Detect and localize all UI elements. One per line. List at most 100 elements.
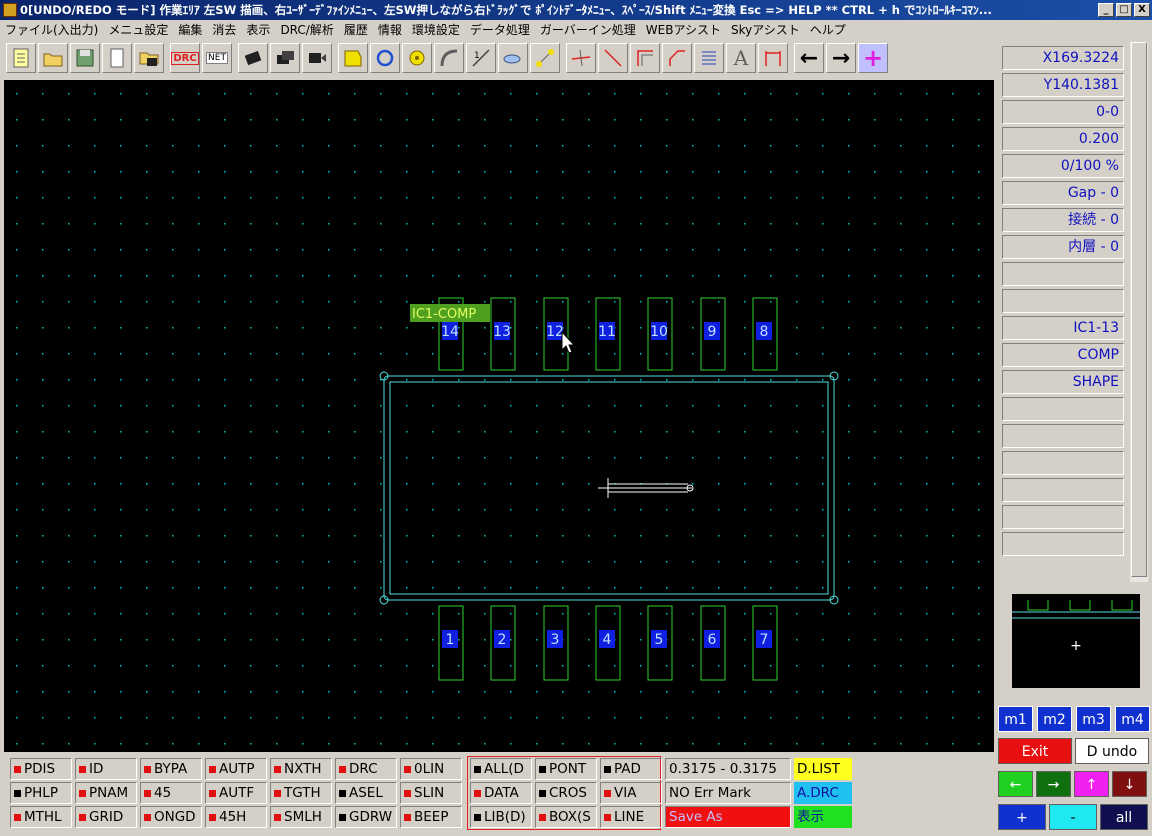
option-toggle[interactable]: PHLP (10, 782, 72, 804)
option-toggle[interactable]: PDIS (10, 758, 72, 780)
filter-toggle[interactable]: PAD (600, 758, 662, 780)
option-toggle[interactable]: BYPA (140, 758, 202, 780)
option-toggle[interactable]: 0LIN (400, 758, 462, 780)
filter-toggle[interactable]: PONT (535, 758, 597, 780)
option-toggle[interactable]: NXTH (270, 758, 332, 780)
library-button[interactable] (134, 43, 164, 73)
net-button[interactable]: NET (202, 43, 232, 73)
a-drc-button[interactable]: A.DRC (794, 782, 852, 804)
save-button[interactable] (70, 43, 100, 73)
arc-button[interactable] (434, 43, 464, 73)
option-toggle[interactable]: PNAM (75, 782, 137, 804)
menu-settings[interactable]: メニュ設定 (103, 21, 173, 38)
option-toggle[interactable]: AUTF (205, 782, 267, 804)
filter-toggle[interactable]: ALL(D (470, 758, 532, 780)
overview-preview[interactable]: + (1012, 594, 1140, 688)
close-button[interactable]: X (1134, 3, 1150, 17)
menu-help[interactable]: ヘルプ (805, 21, 851, 38)
text-button[interactable]: A (726, 43, 756, 73)
option-toggle[interactable]: ONGD (140, 806, 202, 828)
filter-toggle[interactable]: CROS (535, 782, 597, 804)
menu-history[interactable]: 履歴 (339, 21, 373, 38)
chip-button-1[interactable] (238, 43, 268, 73)
menu-erase[interactable]: 消去 (207, 21, 241, 38)
menu-web[interactable]: WEBアシスト (641, 21, 726, 38)
connect-button[interactable] (530, 43, 560, 73)
option-toggle[interactable]: ASEL (335, 782, 397, 804)
up-arrow-button[interactable]: ↑ (1074, 771, 1109, 797)
option-toggle[interactable]: 45H (205, 806, 267, 828)
pad-button[interactable] (402, 43, 432, 73)
work-area-canvas[interactable]: 14 13 12 11 10 9 8 1 2 3 4 5 6 7 IC1-COMP (4, 80, 994, 752)
m1-button[interactable]: m1 (998, 706, 1033, 732)
filter-toggle[interactable]: LINE (600, 806, 662, 828)
zoom-in-button[interactable]: + (998, 804, 1046, 830)
filter-toggle[interactable]: BOX(S (535, 806, 597, 828)
corner-line-button[interactable] (630, 43, 660, 73)
menu-info[interactable]: 情報 (373, 21, 407, 38)
open-folder-button[interactable] (38, 43, 68, 73)
bus-line-button[interactable] (694, 43, 724, 73)
panel-scrollbar[interactable] (1130, 42, 1148, 582)
display-button[interactable]: 表示 (794, 806, 852, 828)
option-toggle[interactable]: SMLH (270, 806, 332, 828)
filter-toggle[interactable]: LIB(D) (470, 806, 532, 828)
document-list-icon (13, 48, 29, 68)
zoom-all-button[interactable]: all (1100, 804, 1148, 830)
d-undo-button[interactable]: D undo (1075, 738, 1149, 764)
m2-button[interactable]: m2 (1037, 706, 1072, 732)
menu-file[interactable]: ファイル(入出力) (0, 21, 103, 38)
option-toggle[interactable]: DRC (335, 758, 397, 780)
toggle-label: BOX(S (549, 809, 591, 825)
option-toggle[interactable]: ID (75, 758, 137, 780)
menu-edit[interactable]: 編集 (173, 21, 207, 38)
chip-button-3[interactable] (302, 43, 332, 73)
component-ic1[interactable]: 14 13 12 11 10 9 81 2 3 4 5 6 7IC1-COMP (379, 297, 839, 681)
option-toggle[interactable]: SLIN (400, 782, 462, 804)
chip-button-2[interactable] (270, 43, 300, 73)
drc-button[interactable]: DRC (170, 43, 200, 73)
option-toggle[interactable]: TGTH (270, 782, 332, 804)
option-toggle[interactable]: AUTP (205, 758, 267, 780)
minimize-button[interactable]: _ (1098, 3, 1114, 17)
d-list-button[interactable]: D.LIST (794, 758, 852, 780)
bend-line-button[interactable] (662, 43, 692, 73)
pcb-canvas[interactable]: 14 13 12 11 10 9 81 2 3 4 5 6 7IC1-COMP (4, 80, 994, 752)
back-button[interactable]: ← (794, 43, 824, 73)
reference-value: IC1-13 (1002, 316, 1124, 340)
menu-drc[interactable]: DRC/解析 (275, 21, 338, 38)
dimension-button[interactable] (758, 43, 788, 73)
exit-button[interactable]: Exit (998, 738, 1072, 764)
filter-toggle[interactable]: VIA (600, 782, 662, 804)
filter-toggle[interactable]: DATA (470, 782, 532, 804)
menu-environment[interactable]: 環境設定 (407, 21, 465, 38)
circle-button[interactable] (370, 43, 400, 73)
save-as-button[interactable]: Save As (665, 806, 791, 828)
left-arrow-button[interactable]: ← (998, 771, 1033, 797)
diagonal-line-button[interactable] (598, 43, 628, 73)
scrollbar-thumb[interactable] (1131, 42, 1147, 577)
m3-button[interactable]: m3 (1076, 706, 1111, 732)
right-arrow-button[interactable]: → (1036, 771, 1071, 797)
probe-button[interactable] (498, 43, 528, 73)
shape-button[interactable] (338, 43, 368, 73)
maximize-button[interactable]: □ (1116, 3, 1132, 17)
option-toggle[interactable]: MTHL (10, 806, 72, 828)
m4-button[interactable]: m4 (1115, 706, 1150, 732)
menu-gerber[interactable]: ガーバーイン処理 (535, 21, 641, 38)
line-cut-button[interactable] (566, 43, 596, 73)
measure-button[interactable]: 1 (466, 43, 496, 73)
menu-sky[interactable]: Skyアシスト (726, 21, 805, 38)
forward-button[interactable]: → (826, 43, 856, 73)
menu-data[interactable]: データ処理 (465, 21, 535, 38)
zoom-out-button[interactable]: - (1049, 804, 1097, 830)
option-toggle[interactable]: 45 (140, 782, 202, 804)
option-toggle[interactable]: BEEP (400, 806, 462, 828)
option-toggle[interactable]: GRID (75, 806, 137, 828)
menu-view[interactable]: 表示 (241, 21, 275, 38)
new-file-button[interactable] (6, 43, 36, 73)
blank-page-button[interactable] (102, 43, 132, 73)
add-button[interactable]: + (858, 43, 888, 73)
down-arrow-button[interactable]: ↓ (1112, 771, 1147, 797)
option-toggle[interactable]: GDRW (335, 806, 397, 828)
